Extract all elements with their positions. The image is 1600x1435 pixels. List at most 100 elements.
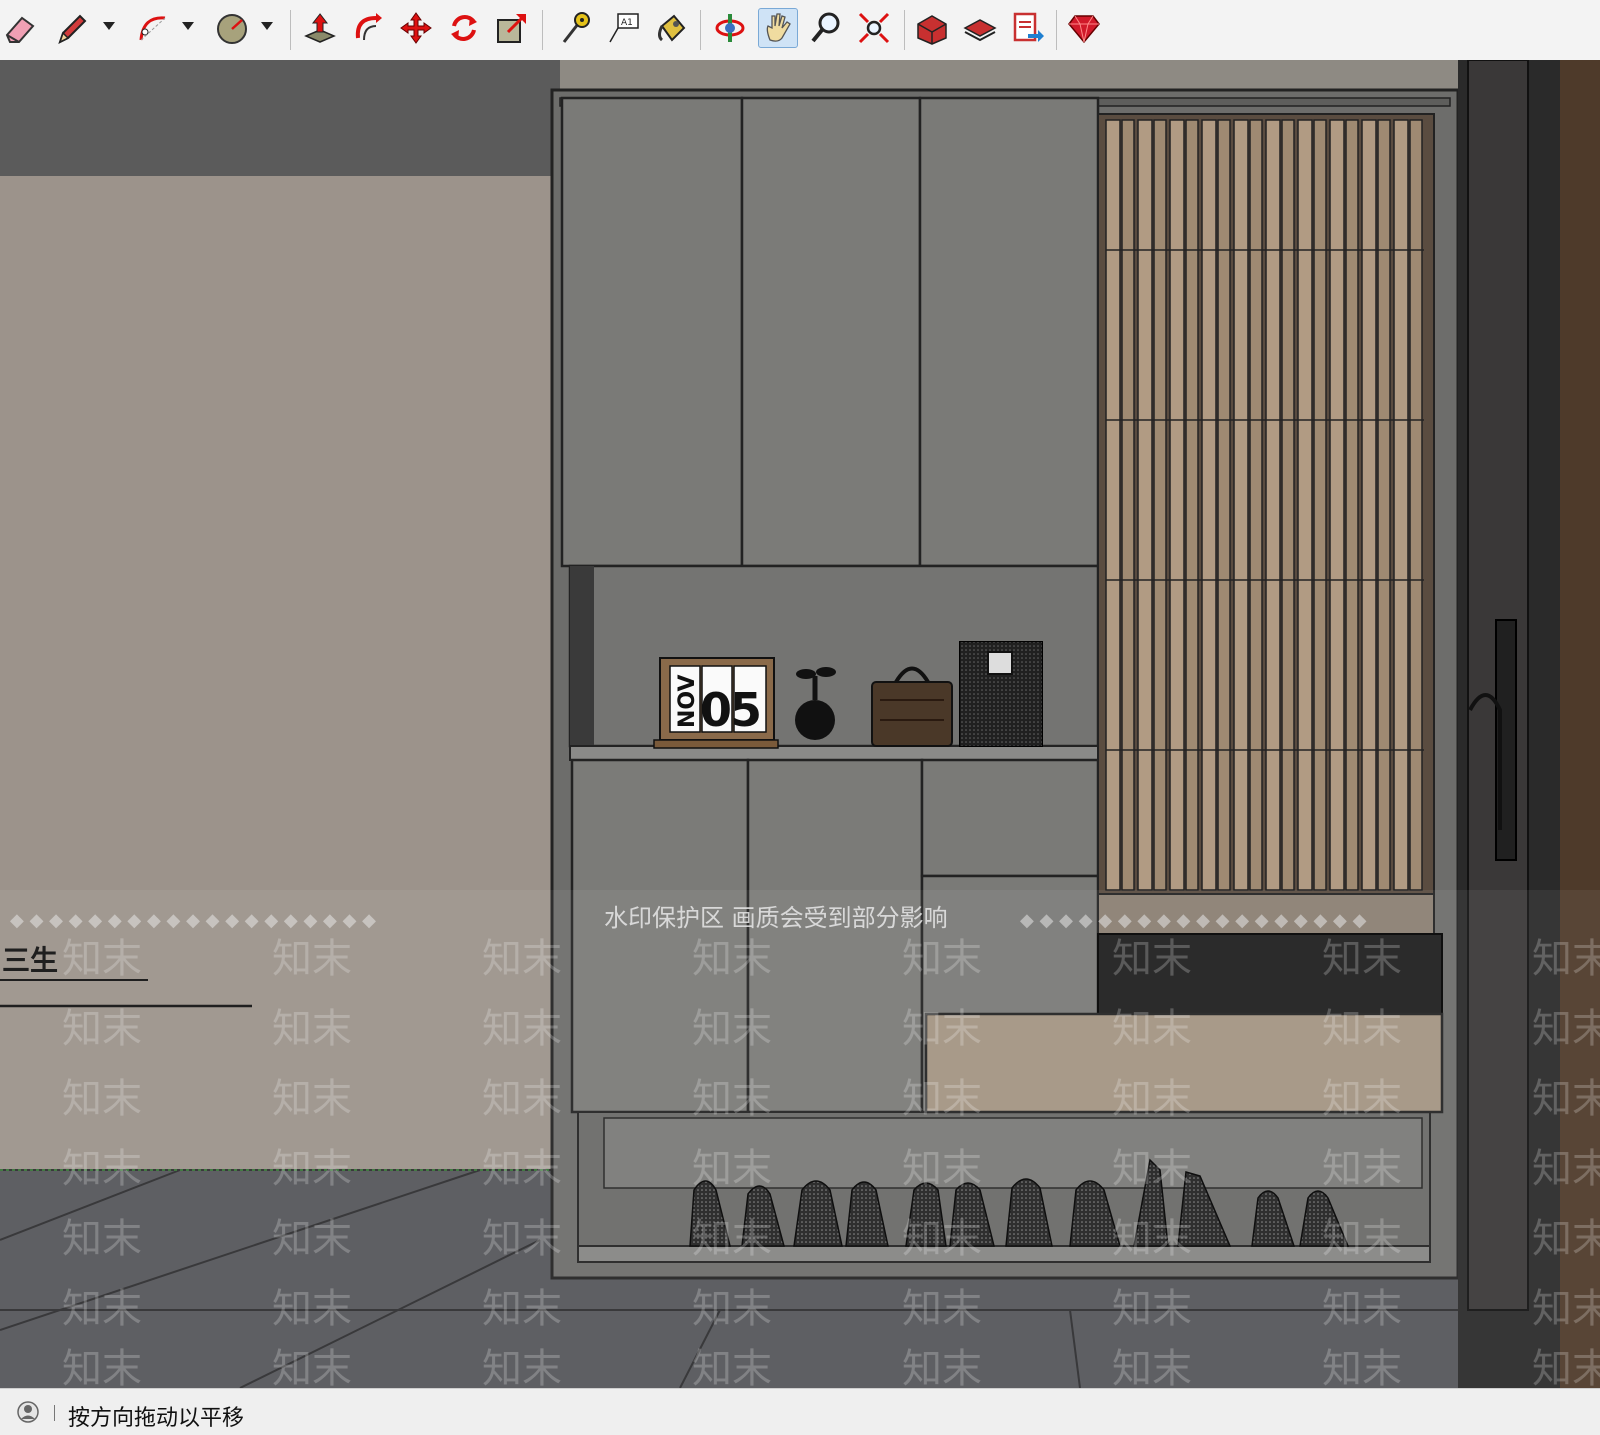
eraser-tool-button[interactable] [0,8,40,48]
svg-text:知末: 知末 [1532,1216,1600,1262]
arc-icon [139,16,166,41]
svg-text:知末: 知末 [1532,1346,1600,1388]
zoom-tool-button[interactable] [806,8,846,48]
svg-text:知末: 知末 [62,1286,142,1332]
circle-icon [217,14,247,44]
svg-text:知末: 知末 [62,1216,142,1262]
toolbar: A1 [0,0,1600,61]
push-pull-icon [304,13,336,43]
send-to-layout-tool-button[interactable] [1008,8,1048,48]
paint-bucket-icon [658,14,686,42]
svg-text:知末: 知末 [902,1216,982,1262]
svg-text:知末: 知末 [482,1346,562,1388]
svg-text:知末: 知末 [902,1076,982,1122]
tape-measure-icon [562,12,590,43]
extension-warehouse-tool-button[interactable] [960,8,1000,48]
svg-text:知末: 知末 [1322,1146,1402,1192]
zoom-extents-tool-button[interactable] [854,8,894,48]
svg-text:知末: 知末 [692,1006,772,1052]
svg-text:知末: 知末 [482,936,562,982]
desk-calendar: NOV 05 [653,657,779,749]
svg-text:知末: 知末 [1322,1006,1402,1052]
svg-text:知末: 知末 [902,936,982,982]
calendar-month: NOV [675,674,700,728]
svg-text:知末: 知末 [482,1146,562,1192]
svg-text:知末: 知末 [1532,1006,1600,1052]
svg-text:知末: 知末 [1112,1286,1192,1332]
magnifier-icon [811,12,840,43]
arc-tool-button[interactable] [133,8,173,48]
svg-text:知末: 知末 [1322,1216,1402,1262]
eraser-icon [5,16,35,43]
pencil-icon [58,14,87,44]
arc-dropdown-chevron-icon[interactable] [182,22,194,30]
paint-bucket-tool-button[interactable] [652,8,692,48]
svg-text:知末: 知末 [1532,1146,1600,1192]
text-tool-label: A1 [621,18,633,28]
svg-text:知末: 知末 [482,1006,562,1052]
svg-text:知末: 知末 [272,1146,352,1192]
svg-text:知末: 知末 [692,936,772,982]
svg-text:知末: 知末 [902,1006,982,1052]
status-hint-text: 按方向拖动以平移 [68,1406,245,1431]
push-pull-tool-button[interactable] [300,8,340,48]
move-tool-button[interactable] [396,8,436,48]
svg-text:知末: 知末 [1322,936,1402,982]
svg-text:知末: 知末 [1322,1286,1402,1332]
svg-text:知末: 知末 [272,1006,352,1052]
orbit-tool-button[interactable] [710,8,750,48]
text-label-icon: A1 [609,13,639,43]
decor-box [959,641,1043,747]
svg-text:知末: 知末 [1322,1076,1402,1122]
svg-text:◆ ◆ ◆ ◆ ◆ ◆ ◆ ◆ ◆ ◆ ◆ ◆ ◆ ◆ ◆: ◆ ◆ ◆ ◆ ◆ ◆ ◆ ◆ ◆ ◆ ◆ ◆ ◆ ◆ ◆ ◆ ◆ ◆ ◆ [10,910,376,931]
hand-icon [766,13,791,42]
model-viewport[interactable]: 三生 NOV 05 ◆ ◆ ◆ ◆ ◆ ◆ ◆ ◆ ◆ ◆ ◆ ◆ ◆ ◆ ◆ … [0,60,1600,1388]
svg-text:知末: 知末 [482,1286,562,1332]
svg-text:知末: 知末 [692,1076,772,1122]
svg-text:知末: 知末 [1532,936,1600,982]
svg-text:知末: 知末 [1112,1146,1192,1192]
pan-tool-button[interactable] [758,8,798,48]
tape-measure-tool-button[interactable] [556,8,596,48]
watermark-brand: 知末 [62,936,142,982]
text-tool-button[interactable]: A1 [604,8,644,48]
pencil-tool-button[interactable] [52,8,92,48]
follow-me-tool-button[interactable] [348,8,388,48]
svg-text:知末: 知末 [902,1146,982,1192]
scale-tool-button[interactable] [492,8,532,48]
svg-text:知末: 知末 [62,1076,142,1122]
svg-text:知末: 知末 [272,1076,352,1122]
svg-text:知末: 知末 [1112,1076,1192,1122]
pencil-dropdown-chevron-icon[interactable] [103,22,115,30]
svg-text:知末: 知末 [692,1146,772,1192]
move-icon [400,12,432,44]
svg-text:知末: 知末 [272,1216,352,1262]
rotate-icon [451,15,477,41]
upper-cabinet-doors [560,96,1100,568]
svg-text:知末: 知末 [62,1146,142,1192]
ruby-console-tool-button[interactable] [1064,8,1104,48]
zoom-extents-icon [858,12,890,44]
3d-warehouse-tool-button[interactable] [912,8,952,48]
svg-text:知末: 知末 [1112,1216,1192,1262]
circle-dropdown-chevron-icon[interactable] [261,22,273,30]
follow-me-icon [355,13,382,41]
watermark-notice: 水印保护区 画质会受到部分影响 [604,904,948,932]
svg-text:知末: 知末 [692,1346,772,1388]
svg-text:知末: 知末 [902,1286,982,1332]
svg-text:知末: 知末 [482,1076,562,1122]
svg-text:知末: 知末 [1322,1346,1402,1388]
watermark-overlay: ◆ ◆ ◆ ◆ ◆ ◆ ◆ ◆ ◆ ◆ ◆ ◆ ◆ ◆ ◆ ◆ ◆ ◆ ◆ ◆ … [0,890,1600,1388]
svg-text:知末: 知末 [272,936,352,982]
circle-tool-button[interactable] [212,8,252,48]
svg-text:知末: 知末 [62,1346,142,1388]
status-bar: 按方向拖动以平移 [0,1388,1600,1435]
scene-drawing: 三生 NOV 05 ◆ ◆ ◆ ◆ ◆ ◆ ◆ ◆ ◆ ◆ ◆ ◆ ◆ ◆ ◆ … [0,60,1600,1388]
svg-text:知末: 知末 [272,1286,352,1332]
svg-text:◆ ◆ ◆ ◆ ◆ ◆ ◆ ◆ ◆ ◆ ◆ ◆ ◆ ◆ ◆: ◆ ◆ ◆ ◆ ◆ ◆ ◆ ◆ ◆ ◆ ◆ ◆ ◆ ◆ ◆ ◆ ◆ ◆ [1020,910,1367,931]
extension-icon [963,19,997,42]
svg-text:知末: 知末 [1112,936,1192,982]
warehouse-icon [917,15,947,45]
user-account-icon[interactable] [16,1400,40,1424]
rotate-tool-button[interactable] [444,8,484,48]
